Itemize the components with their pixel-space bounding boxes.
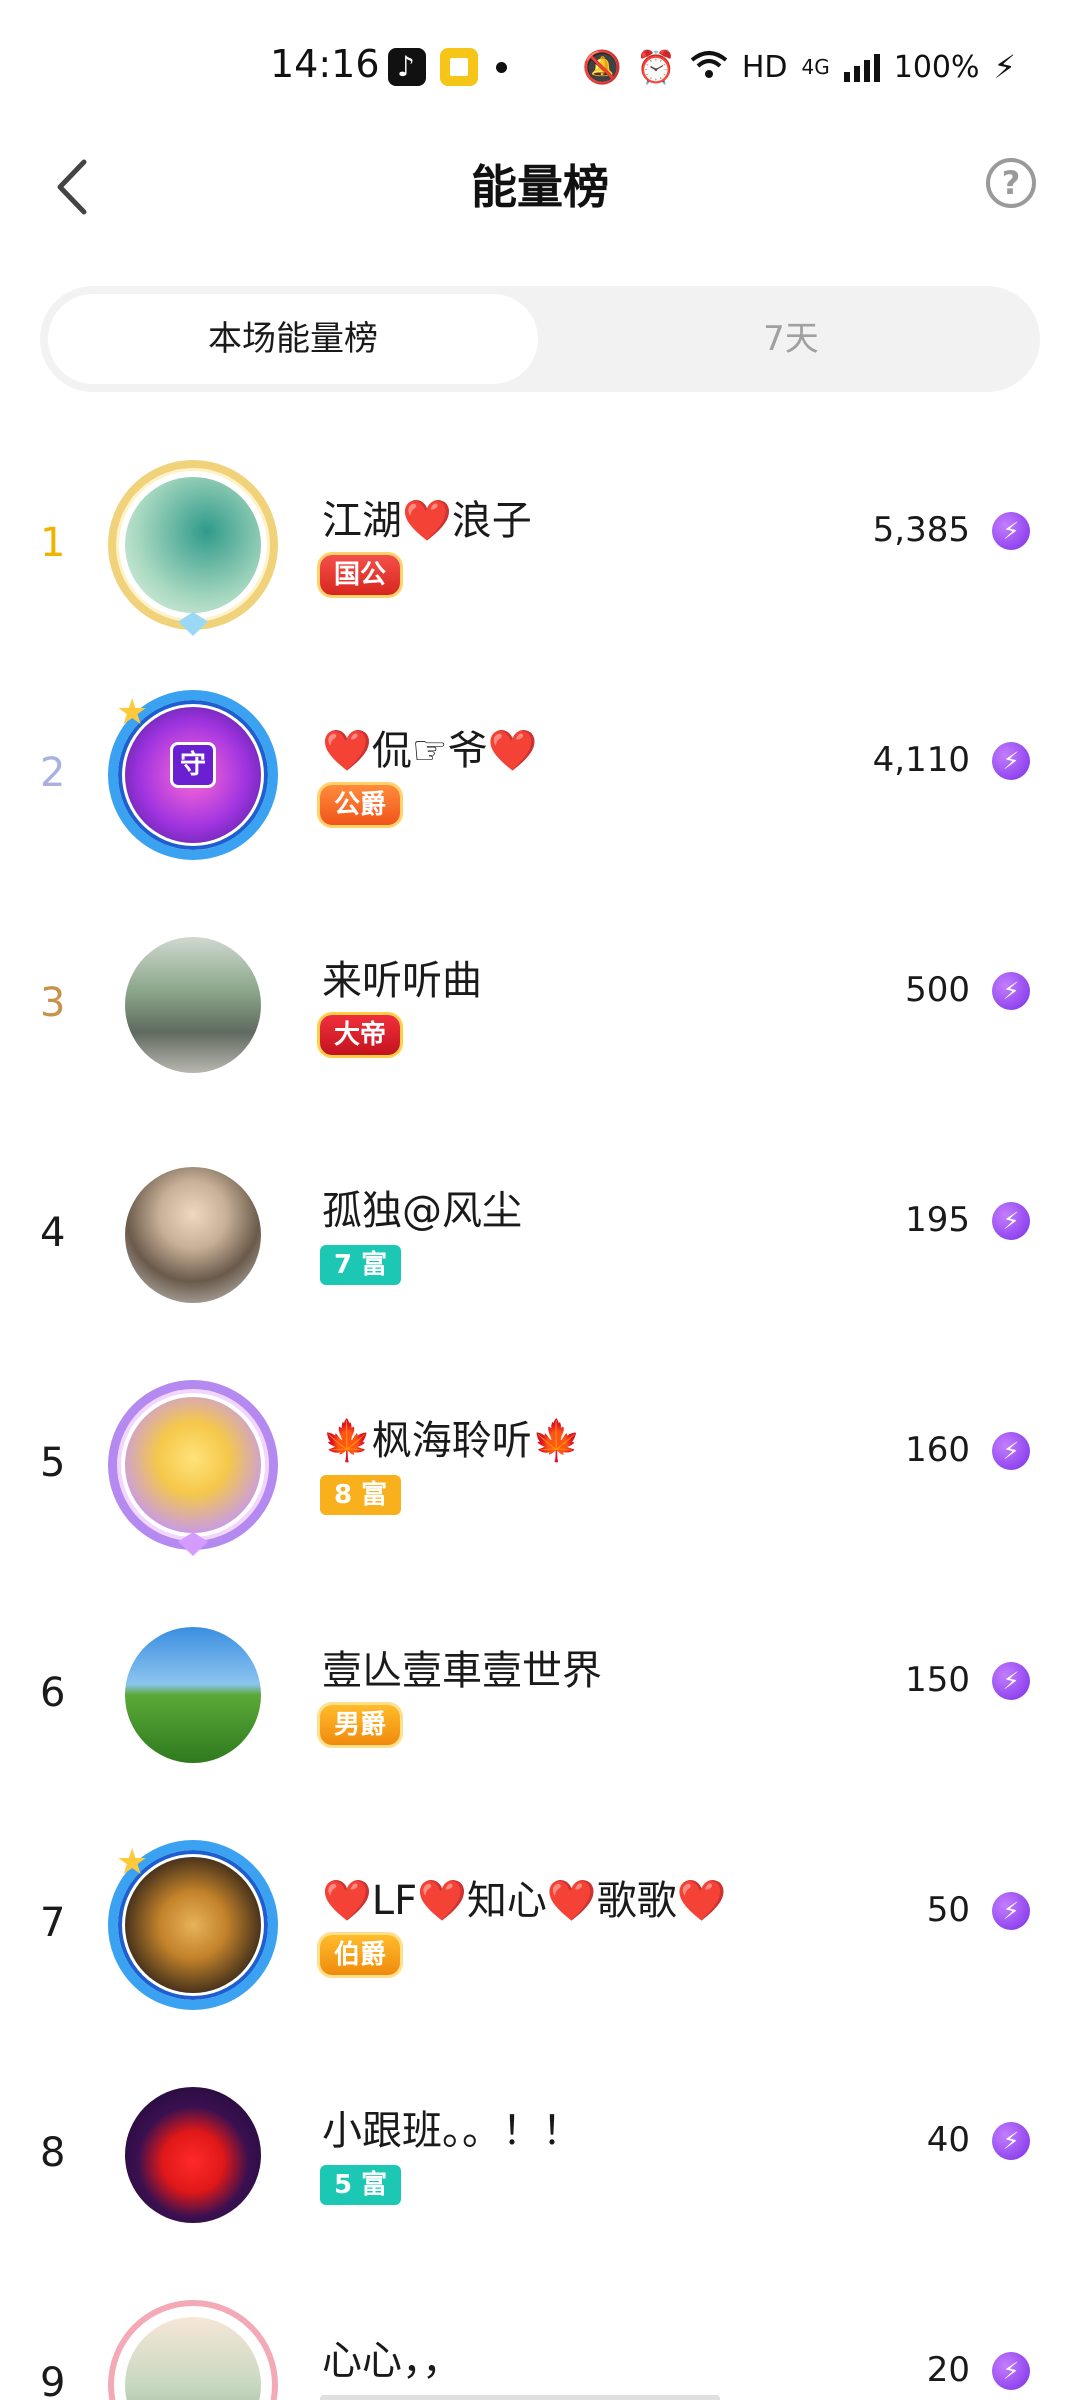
user-name: ❤️侃☞爷❤️ bbox=[322, 728, 538, 774]
energy-score: 50 bbox=[926, 1890, 970, 1930]
rank-badge: 大帝 bbox=[320, 1015, 401, 1055]
energy-score: 20 bbox=[926, 2350, 970, 2390]
energy-score: 4,110 bbox=[872, 740, 970, 780]
signal-icon bbox=[843, 52, 880, 82]
rank-number: 2 bbox=[40, 750, 66, 796]
user-name: 🍁枫海聆听🍁 bbox=[322, 1418, 582, 1464]
avatar[interactable] bbox=[108, 1150, 278, 1320]
rank-number: 9 bbox=[40, 2360, 66, 2400]
rank-number: 4 bbox=[40, 1210, 66, 1256]
list-item[interactable]: 7 ★ ❤️LF❤️知心❤️歌歌❤️ 伯爵 50 ⚡ bbox=[0, 1810, 1080, 2040]
list-item[interactable]: 4 孤独@风尘 7 富 195 ⚡ bbox=[0, 1120, 1080, 1350]
energy-score: 500 bbox=[905, 970, 970, 1010]
battery-label: 100% bbox=[893, 49, 980, 85]
avatar[interactable]: ★ bbox=[108, 1840, 278, 2010]
list-item[interactable]: 9 心心，， 20 ⚡ bbox=[0, 2270, 1080, 2400]
user-name: 孤独@风尘 bbox=[322, 1188, 522, 1234]
wifi-icon bbox=[690, 50, 728, 85]
rank-number: 3 bbox=[40, 980, 66, 1026]
tiktok-app-icon bbox=[388, 48, 426, 86]
avatar[interactable]: ★ 守 bbox=[108, 690, 278, 860]
alarm-icon: ⏰ bbox=[636, 48, 676, 86]
lightning-energy-icon: ⚡ bbox=[992, 742, 1030, 780]
rank-number: 6 bbox=[40, 1670, 66, 1716]
rank-badge: 5 富 bbox=[320, 2165, 402, 2205]
rank-number: 8 bbox=[40, 2130, 66, 2176]
energy-score: 5,385 bbox=[872, 510, 970, 550]
question-circle-icon[interactable]: ? bbox=[986, 158, 1036, 208]
avatar[interactable] bbox=[108, 1380, 278, 1556]
lightning-energy-icon: ⚡ bbox=[992, 2352, 1030, 2390]
status-bar: 14:16 🔕 ⏰ HD 4G 100% ⚡ bbox=[0, 0, 1080, 130]
rank-badge-partial bbox=[320, 2395, 720, 2400]
lightning-energy-icon: ⚡ bbox=[992, 972, 1030, 1010]
lightning-energy-icon: ⚡ bbox=[992, 2122, 1030, 2160]
lightning-energy-icon: ⚡ bbox=[992, 512, 1030, 550]
rank-badge: 8 富 bbox=[320, 1475, 402, 1515]
list-item[interactable]: 8 小跟班。。！！ 5 富 40 ⚡ bbox=[0, 2040, 1080, 2270]
charging-icon: ⚡ bbox=[993, 48, 1016, 86]
energy-score: 40 bbox=[926, 2120, 970, 2160]
lightning-energy-icon: ⚡ bbox=[992, 1202, 1030, 1240]
rank-number: 7 bbox=[40, 1900, 66, 1946]
list-item[interactable]: 5 🍁枫海聆听🍁 8 富 160 ⚡ bbox=[0, 1350, 1080, 1580]
list-item[interactable]: 6 壹亾壹車壹世界 男爵 150 ⚡ bbox=[0, 1580, 1080, 1810]
tab-bar: 本场能量榜 7天 bbox=[40, 286, 1040, 392]
rank-number: 1 bbox=[40, 520, 66, 566]
avatar[interactable] bbox=[108, 920, 278, 1090]
rank-badge: 国公 bbox=[320, 555, 401, 595]
status-right-group: 🔕 ⏰ HD 4G 100% ⚡ bbox=[582, 42, 1016, 92]
bell-muted-icon: 🔕 bbox=[582, 48, 622, 86]
network-gen-label: 4G bbox=[801, 55, 830, 79]
lightning-energy-icon: ⚡ bbox=[992, 1892, 1030, 1930]
list-item[interactable]: 1 江湖❤️浪子 国公 5,385 ⚡ bbox=[0, 430, 1080, 660]
lightning-energy-icon: ⚡ bbox=[992, 1432, 1030, 1470]
rank-badge: 男爵 bbox=[320, 1705, 401, 1745]
user-name: 来听听曲 bbox=[322, 958, 482, 1004]
user-name: 小跟班。。！！ bbox=[322, 2108, 582, 2154]
rank-number: 5 bbox=[40, 1440, 66, 1486]
guard-emblem-icon: 守 bbox=[170, 742, 216, 788]
tab-7-days[interactable]: 7天 bbox=[550, 294, 1032, 384]
list-item[interactable]: 2 ★ 守 ❤️侃☞爷❤️ 公爵 4,110 ⚡ bbox=[0, 660, 1080, 890]
network-hd-label: HD bbox=[741, 49, 788, 85]
user-name: 壹亾壹車壹世界 bbox=[322, 1648, 602, 1694]
tab-current-session[interactable]: 本场能量榜 bbox=[48, 294, 538, 384]
avatar[interactable] bbox=[108, 460, 278, 636]
energy-score: 195 bbox=[905, 1200, 970, 1240]
notification-dot-icon bbox=[496, 62, 507, 73]
rank-badge: 7 富 bbox=[320, 1245, 402, 1285]
list-item[interactable]: 3 来听听曲 大帝 500 ⚡ bbox=[0, 890, 1080, 1120]
user-name: 心心，， bbox=[322, 2338, 462, 2384]
status-time: 14:16 bbox=[270, 42, 380, 86]
lightning-energy-icon: ⚡ bbox=[992, 1662, 1030, 1700]
user-name: 江湖❤️浪子 bbox=[322, 498, 532, 544]
avatar[interactable] bbox=[108, 2300, 278, 2400]
energy-score: 150 bbox=[905, 1660, 970, 1700]
header: 能量榜 ? bbox=[0, 130, 1080, 240]
reader-app-icon bbox=[440, 48, 478, 86]
avatar[interactable] bbox=[108, 1610, 278, 1780]
page-title: 能量榜 bbox=[471, 160, 609, 214]
rank-badge: 伯爵 bbox=[320, 1935, 401, 1975]
rank-badge: 公爵 bbox=[320, 785, 401, 825]
user-name: ❤️LF❤️知心❤️歌歌❤️ bbox=[322, 1878, 727, 1924]
energy-score: 160 bbox=[905, 1430, 970, 1470]
avatar[interactable] bbox=[108, 2070, 278, 2240]
